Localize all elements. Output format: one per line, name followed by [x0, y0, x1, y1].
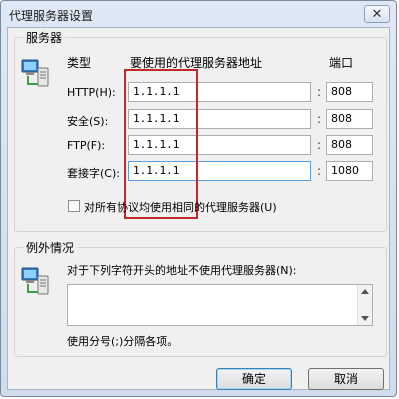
http-label: HTTP(H): — [67, 86, 116, 99]
same-proxy-checkbox[interactable] — [68, 200, 80, 212]
close-icon: ✕ — [371, 7, 383, 22]
highlight-box — [124, 69, 198, 219]
dialog-title: 代理服务器设置 — [9, 9, 94, 23]
exceptions-instruction: 对于下列字符开头的地址不使用代理服务器(N): — [67, 264, 297, 277]
http-port-field[interactable]: 808 — [326, 82, 373, 102]
ftp-port-field[interactable]: 808 — [326, 135, 373, 155]
exceptions-group-label: 例外情况 — [23, 239, 78, 256]
network-computer-icon — [21, 59, 49, 87]
ftp-label: FTP(F): — [67, 139, 106, 152]
ok-button[interactable]: 确定 — [216, 368, 292, 390]
network-computer-icon — [21, 267, 49, 295]
proxy-settings-dialog: 代理服务器设置 ✕ 服务器 类型 要使用的代理服务器地址 端口 HTTP(H):… — [0, 0, 397, 397]
socks-port-field[interactable]: 1080 — [326, 161, 373, 181]
colon-separator: : — [317, 164, 322, 178]
scroll-down-icon[interactable] — [361, 316, 369, 322]
scroll-up-icon[interactable] — [361, 288, 369, 294]
exceptions-scrollbar[interactable] — [357, 285, 372, 325]
servers-group-label: 服务器 — [23, 29, 66, 46]
secure-label: 安全(S): — [67, 115, 109, 128]
close-button[interactable]: ✕ — [364, 5, 390, 23]
port-column-header: 端口 — [329, 56, 354, 70]
cancel-button[interactable]: 取消 — [308, 368, 384, 390]
socks-label: 套接字(C): — [67, 167, 120, 180]
exceptions-textarea[interactable] — [67, 284, 373, 326]
colon-separator: : — [317, 85, 322, 99]
type-column-header: 类型 — [67, 56, 92, 70]
same-proxy-label[interactable]: 对所有协议均使用相同的代理服务器(U) — [84, 199, 277, 215]
exceptions-hint: 使用分号(;)分隔各项。 — [67, 335, 179, 348]
colon-separator: : — [317, 138, 322, 152]
colon-separator: : — [317, 112, 322, 126]
secure-port-field[interactable]: 808 — [326, 109, 373, 129]
dialog-body: 服务器 类型 要使用的代理服务器地址 端口 HTTP(H): 1.1.1.1 :… — [7, 27, 390, 390]
title-bar: 代理服务器设置 ✕ — [1, 1, 396, 27]
